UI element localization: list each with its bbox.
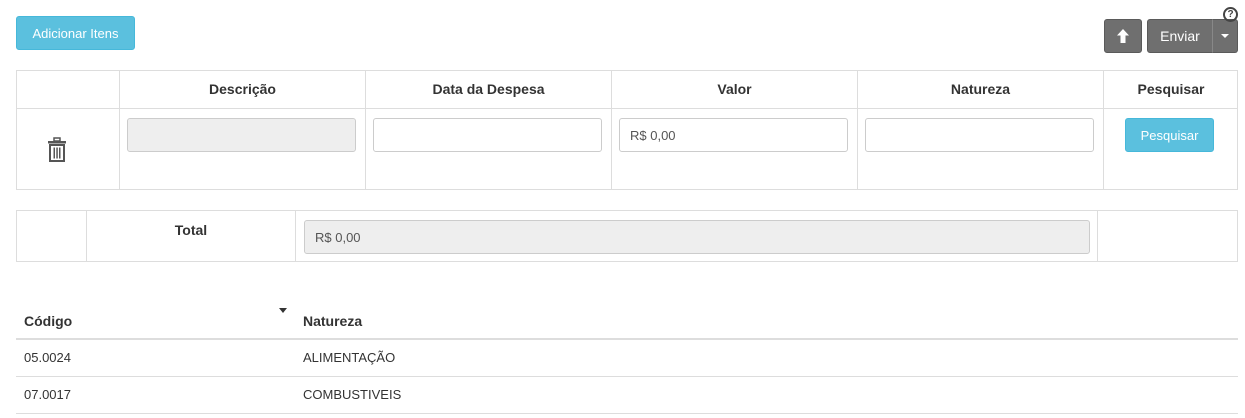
items-table: Descrição Data da Despesa Valor Natureza… <box>16 70 1238 190</box>
descricao-input[interactable] <box>127 118 356 152</box>
natureza-list: Código Natureza 05.0024 ALIMENTAÇÃO 07.0… <box>16 300 1238 418</box>
header-natureza: Natureza <box>950 81 1011 97</box>
send-dropdown-toggle[interactable] <box>1212 19 1238 53</box>
list-row[interactable]: 07.0017 COMBUSTIVEIS <box>16 377 1238 414</box>
move-up-button[interactable] <box>1104 19 1142 53</box>
total-label: Total <box>174 222 208 238</box>
header-pesquisar: Pesquisar <box>1137 81 1205 97</box>
search-button[interactable]: Pesquisar <box>1125 118 1214 152</box>
data-despesa-input[interactable] <box>373 118 602 152</box>
search-button-label: Pesquisar <box>1140 127 1199 143</box>
caret-down-icon <box>1221 34 1229 38</box>
add-items-button[interactable]: Adicionar Itens <box>16 16 135 50</box>
list-cell-codigo: 05.0024 <box>24 350 71 365</box>
trash-icon <box>48 137 66 162</box>
total-row: Total R$ 0,00 <box>16 210 1238 262</box>
add-items-label: Adicionar Itens <box>32 25 119 41</box>
send-label: Enviar <box>1160 28 1200 44</box>
list-row[interactable]: 05.0024 ALIMENTAÇÃO <box>16 340 1238 377</box>
natureza-input[interactable] <box>865 118 1094 152</box>
sort-desc-icon[interactable] <box>279 308 287 313</box>
list-cell-codigo: 07.0017 <box>24 387 71 402</box>
send-button[interactable]: Enviar <box>1147 19 1213 53</box>
arrow-up-icon <box>1117 29 1129 43</box>
list-header-natureza[interactable]: Natureza <box>303 313 362 329</box>
valor-input[interactable]: R$ 0,00 <box>619 118 848 152</box>
list-cell-natureza: COMBUSTIVEIS <box>303 387 402 402</box>
header-data-despesa: Data da Despesa <box>432 81 545 97</box>
header-valor: Valor <box>717 81 752 97</box>
header-descricao: Descrição <box>209 81 276 97</box>
total-value-field: R$ 0,00 <box>304 220 1090 254</box>
help-icon[interactable]: ? <box>1223 7 1238 22</box>
list-cell-natureza: ALIMENTAÇÃO <box>303 350 396 365</box>
delete-row-button[interactable] <box>46 137 68 163</box>
list-header-codigo[interactable]: Código <box>24 313 72 329</box>
